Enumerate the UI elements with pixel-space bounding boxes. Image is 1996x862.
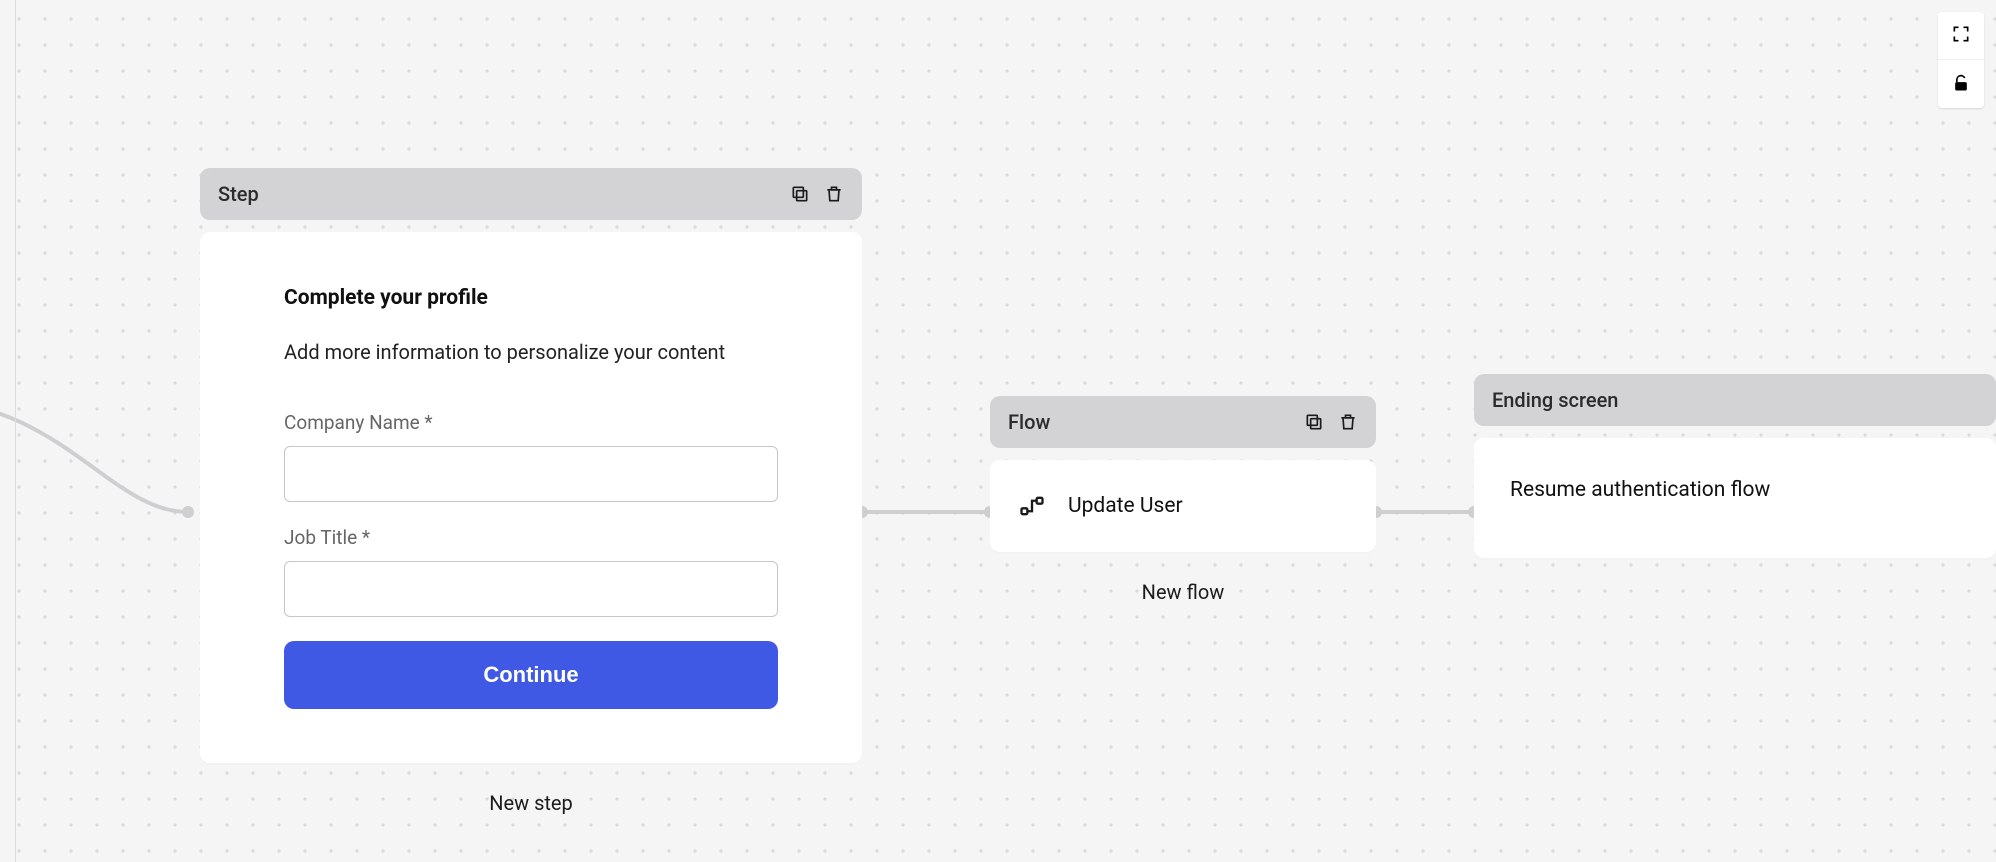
node-flow-body: Update User (990, 460, 1376, 552)
canvas-toolbar (1938, 12, 1984, 108)
duplicate-icon[interactable] (790, 184, 810, 204)
trash-icon[interactable] (1338, 412, 1358, 432)
node-ending-body-label: Resume authentication flow (1510, 478, 1770, 502)
node-step-header[interactable]: Step (200, 168, 862, 220)
duplicate-icon[interactable] (1304, 412, 1324, 432)
node-ending-header[interactable]: Ending screen (1474, 374, 1996, 426)
edge-shadow-left (15, 0, 16, 862)
job-title-label: Job Title * (284, 526, 778, 549)
company-name-label: Company Name * (284, 411, 778, 434)
company-name-input[interactable] (284, 446, 778, 502)
continue-button[interactable]: Continue (284, 641, 778, 709)
node-step-body: Complete your profile Add more informati… (200, 232, 862, 763)
lock-button[interactable] (1938, 60, 1984, 108)
node-step-footer[interactable]: New step (200, 791, 862, 815)
port-step-in[interactable] (182, 506, 194, 518)
node-flow-header-label: Flow (1008, 410, 1050, 434)
flow-branch-icon (1018, 492, 1046, 520)
node-flow-footer[interactable]: New flow (990, 580, 1376, 604)
step-form-subtitle: Add more information to personalize your… (284, 338, 778, 367)
step-form-title: Complete your profile (284, 286, 778, 310)
trash-icon[interactable] (824, 184, 844, 204)
unlock-icon (1951, 73, 1971, 96)
flow-canvas[interactable]: Step Complete your profil (0, 0, 1996, 862)
fullscreen-button[interactable] (1938, 12, 1984, 60)
node-ending-header-label: Ending screen (1492, 388, 1618, 412)
node-flow-body-label: Update User (1068, 494, 1183, 518)
node-ending-body: Resume authentication flow (1474, 438, 1996, 558)
node-step-header-label: Step (218, 182, 259, 206)
node-ending[interactable]: Ending screen Resume authentication flow (1474, 374, 1996, 558)
node-flow[interactable]: Flow (990, 396, 1376, 604)
node-step[interactable]: Step Complete your profil (200, 168, 862, 815)
node-flow-header[interactable]: Flow (990, 396, 1376, 448)
job-title-input[interactable] (284, 561, 778, 617)
fullscreen-icon (1951, 24, 1971, 47)
